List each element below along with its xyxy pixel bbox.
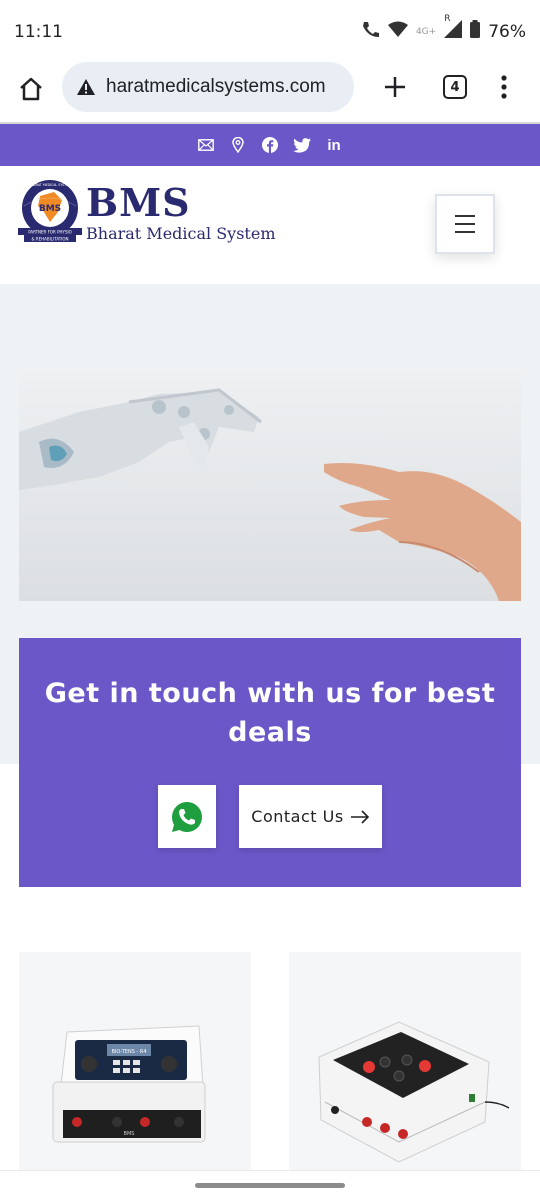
emblem-center-text: BMS <box>39 204 61 214</box>
android-status-bar: 11:11 4G+ R 76% <box>0 0 540 60</box>
twitter-icon[interactable] <box>293 136 311 154</box>
more-menu-button[interactable] <box>500 74 508 100</box>
product-card[interactable]: BIO-TENS - R4 BMS <box>19 952 251 1172</box>
emblem-ribbon-text-2: & REHABILITATION <box>31 236 68 241</box>
product-card[interactable] <box>289 952 521 1172</box>
product-image: BIO-TENS - R4 BMS <box>52 1025 206 1143</box>
android-nav-bar <box>0 1170 540 1200</box>
battery-level: 76% <box>488 21 526 42</box>
wifi-call-icon <box>360 20 380 43</box>
mail-icon[interactable] <box>197 136 215 154</box>
emblem-ribbon-text-1: PARTNER FOR PHYSIO <box>28 229 72 234</box>
robot-hand-illustration <box>19 388 262 490</box>
product-brand-text: BMS <box>124 1131 135 1137</box>
site-logo[interactable]: BMS BHARAT MEDICAL SYSTEM CHENNAI, INDIA… <box>18 178 276 250</box>
bms-emblem: BMS BHARAT MEDICAL SYSTEM CHENNAI, INDIA… <box>18 180 82 242</box>
logo-subtitle: Bharat Medical System <box>86 224 276 243</box>
new-tab-button[interactable] <box>380 72 410 102</box>
location-pin-icon[interactable] <box>229 136 247 154</box>
battery-icon <box>470 20 481 43</box>
url-text: haratmedicalsystems.com <box>106 76 326 97</box>
wifi-icon <box>387 21 408 42</box>
cta-panel: Get in touch with us for best deals Cont… <box>19 638 521 887</box>
warning-icon <box>77 79 95 95</box>
contact-us-button[interactable]: Contact Us <box>239 785 382 848</box>
site-header: BMS BHARAT MEDICAL SYSTEM CHENNAI, INDIA… <box>0 166 540 284</box>
whatsapp-button[interactable] <box>158 785 216 848</box>
plus-icon <box>385 77 405 97</box>
product-screen-text: BIO-TENS - R4 <box>111 1049 146 1055</box>
browser-toolbar: haratmedicalsystems.com 4 <box>0 60 540 122</box>
hero-image <box>19 372 521 601</box>
whatsapp-icon <box>172 801 202 832</box>
social-topbar: in <box>0 124 540 166</box>
cta-title: Get in touch with us for best deals <box>44 678 496 748</box>
contact-us-label: Contact Us <box>251 807 344 826</box>
address-bar[interactable]: haratmedicalsystems.com <box>62 62 354 112</box>
tab-switcher-button[interactable]: 4 <box>443 75 467 99</box>
hamburger-line <box>455 223 475 225</box>
logo-title: BMS <box>86 180 191 225</box>
status-time: 11:11 <box>14 22 63 42</box>
roaming-indicator: R <box>444 14 451 24</box>
network-type: 4G+ <box>415 26 437 37</box>
human-hand-illustration <box>324 463 521 601</box>
hamburger-menu-button[interactable] <box>435 194 495 254</box>
linkedin-icon[interactable]: in <box>325 136 343 154</box>
signal-icon: R <box>444 14 463 43</box>
status-icons: 4G+ R 76% <box>360 14 526 43</box>
emblem-ring-top-text: BHARAT MEDICAL SYSTEM <box>29 183 71 187</box>
hamburger-line <box>455 231 475 233</box>
hamburger-line <box>455 215 475 217</box>
home-button[interactable] <box>14 72 48 106</box>
product-image <box>318 1021 510 1163</box>
more-vert-icon <box>501 75 507 99</box>
gesture-handle[interactable] <box>195 1183 345 1188</box>
arrow-right-icon <box>350 809 369 824</box>
facebook-icon[interactable] <box>261 136 279 154</box>
home-icon <box>20 77 42 101</box>
